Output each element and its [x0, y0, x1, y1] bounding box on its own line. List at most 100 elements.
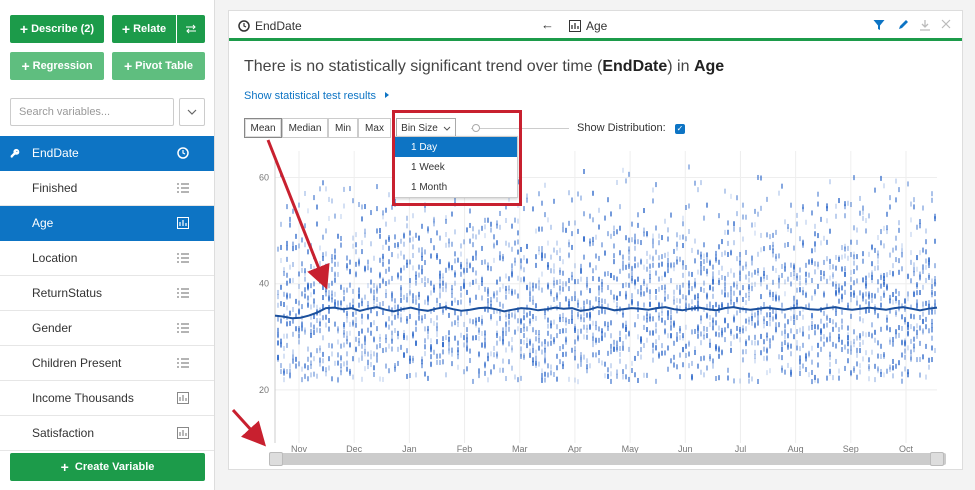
- regression-button[interactable]: + Regression: [10, 52, 104, 80]
- distribution-cell: [511, 365, 513, 371]
- distribution-cell: [535, 336, 537, 342]
- distribution-cell: [694, 294, 696, 300]
- distribution-cell: [355, 242, 357, 248]
- distribution-cell: [829, 336, 831, 342]
- distribution-cell: [922, 264, 924, 270]
- distribution-cell: [283, 377, 285, 383]
- search-dropdown-button[interactable]: [179, 98, 205, 126]
- distribution-cell: [730, 285, 732, 291]
- distribution-cell: [811, 345, 813, 351]
- distribution-cell: [298, 300, 300, 306]
- distribution-cell: [787, 319, 789, 325]
- relate-button[interactable]: + Relate: [112, 15, 176, 43]
- variable-item[interactable]: Location: [0, 241, 214, 276]
- distribution-cell: [487, 352, 489, 358]
- distribution-cell: [532, 295, 534, 301]
- distribution-cell: [574, 355, 576, 361]
- distribution-cell: [886, 229, 888, 235]
- distribution-cell: [310, 322, 312, 328]
- distribution-cell: [568, 376, 570, 382]
- analysis-panel: EndDate ← Age There is no statistically …: [228, 10, 963, 470]
- distribution-cell: [298, 243, 300, 249]
- distribution-cell: [415, 232, 417, 238]
- distribution-cell: [469, 208, 471, 214]
- variable-item[interactable]: Gender: [0, 311, 214, 346]
- distribution-cell: [589, 363, 591, 369]
- distribution-cell: [322, 284, 324, 290]
- distribution-cell: [817, 378, 819, 384]
- distribution-cell: [316, 272, 318, 278]
- variable-label: Children Present: [32, 356, 122, 370]
- distribution-cell: [901, 326, 903, 332]
- search-variables-input[interactable]: [10, 98, 174, 126]
- distribution-cell: [661, 261, 663, 267]
- distribution-cell: [463, 321, 465, 327]
- distribution-cell: [790, 272, 792, 278]
- distribution-cell: [859, 342, 861, 348]
- distribution-cell: [691, 373, 693, 379]
- variable-item[interactable]: ReturnStatus: [0, 276, 214, 311]
- distribution-cell: [934, 238, 936, 244]
- distribution-cell: [613, 258, 615, 264]
- distribution-cell: [502, 303, 504, 309]
- distribution-cell: [373, 255, 375, 261]
- distribution-cell: [484, 330, 486, 336]
- distribution-cell: [325, 322, 327, 328]
- distribution-cell: [850, 345, 852, 351]
- distribution-cell: [355, 347, 357, 353]
- distribution-cell: [517, 377, 519, 383]
- distribution-cell: [808, 325, 810, 331]
- variable-item[interactable]: Children Present: [0, 346, 214, 381]
- time-range-scrollbar[interactable]: [269, 453, 946, 465]
- distribution-cell: [736, 211, 738, 217]
- variable-item[interactable]: Age: [0, 206, 214, 241]
- distribution-cell: [703, 288, 705, 294]
- distribution-cell: [514, 240, 516, 246]
- create-variable-button[interactable]: + Create Variable: [10, 453, 205, 481]
- distribution-cell: [334, 360, 336, 366]
- distribution-cell: [724, 229, 726, 235]
- describe-button[interactable]: + Describe (2): [10, 15, 104, 43]
- distribution-cell: [652, 198, 654, 204]
- distribution-cell: [799, 236, 801, 242]
- distribution-cell: [718, 353, 720, 359]
- distribution-cell: [730, 347, 732, 353]
- distribution-cell: [574, 279, 576, 285]
- distribution-cell: [493, 345, 495, 351]
- distribution-cell: [394, 216, 396, 222]
- distribution-cell: [481, 245, 483, 251]
- distribution-cell: [781, 302, 783, 308]
- distribution-cell: [808, 259, 810, 265]
- distribution-cell: [751, 282, 753, 288]
- variable-item[interactable]: Satisfaction: [0, 416, 214, 451]
- distribution-cell: [442, 281, 444, 287]
- scroll-left-handle[interactable]: [269, 452, 283, 466]
- distribution-cell: [280, 244, 282, 250]
- distribution-cell: [847, 348, 849, 354]
- variable-item[interactable]: Finished: [0, 171, 214, 206]
- distribution-cell: [856, 265, 858, 271]
- distribution-cell: [313, 330, 315, 336]
- distribution-cell: [400, 285, 402, 291]
- variable-item[interactable]: 🔑 EndDate: [0, 136, 214, 171]
- distribution-cell: [331, 294, 333, 300]
- distribution-cell: [310, 283, 312, 289]
- variable-item[interactable]: Income Thousands: [0, 381, 214, 416]
- distribution-cell: [661, 317, 663, 323]
- distribution-cell: [532, 206, 534, 212]
- plus-icon: +: [121, 21, 131, 37]
- distribution-cell: [712, 358, 714, 364]
- scroll-right-handle[interactable]: [930, 452, 944, 466]
- distribution-cell: [466, 289, 468, 295]
- swap-button[interactable]: [177, 15, 205, 43]
- distribution-cell: [454, 270, 456, 276]
- pivot-table-button[interactable]: + Pivot Table: [112, 52, 205, 80]
- distribution-cell: [736, 325, 738, 331]
- distribution-cell: [844, 204, 846, 210]
- distribution-cell: [913, 292, 915, 298]
- distribution-cell: [727, 375, 729, 381]
- distribution-cell: [673, 320, 675, 326]
- distribution-cell: [637, 351, 639, 357]
- distribution-cell: [526, 337, 528, 343]
- distribution-cell: [772, 291, 774, 297]
